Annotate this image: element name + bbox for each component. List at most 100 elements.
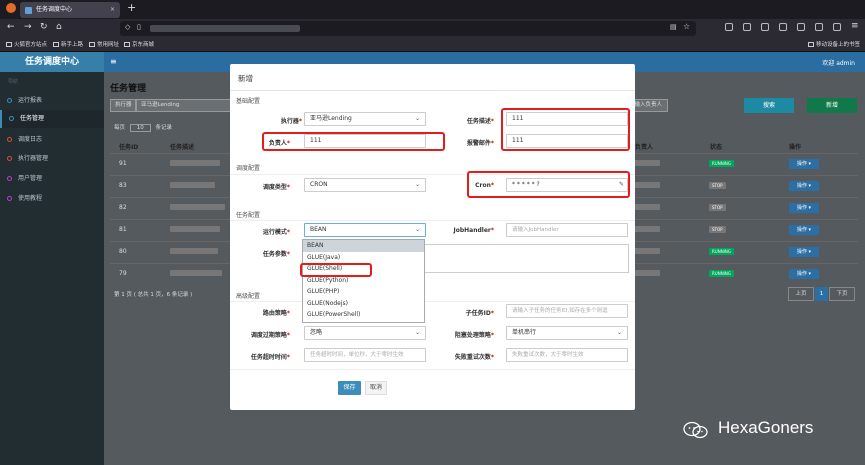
sidebar-item-executors[interactable]: 执行器管理 [0,150,104,168]
jobhandler-input[interactable]: 请输入JobHandler [506,223,628,237]
tab-close-icon[interactable]: × [110,2,115,18]
executor-filter-select[interactable]: 亚马逊Lending [136,99,231,112]
sidebar-item-report[interactable]: 运行报表 [0,92,104,110]
circle-icon [7,196,12,201]
timeout-input[interactable]: 任务超时时间，单位秒，大于零时生效 [304,348,426,362]
run-mode-select[interactable]: BEAN ⌄ [304,223,426,237]
bookmark-item[interactable]: 京东商城 [124,40,154,48]
dropdown-option[interactable]: GLUE(PowerShell) [303,309,424,321]
brand-logo: 任务调度中心 [0,52,104,72]
page-size-select[interactable]: 10 [129,124,151,132]
executor-select[interactable]: 亚马逊Lending ⌄ [304,112,426,126]
browser-tab[interactable]: 任务调度中心 × [20,2,120,18]
page-1-button[interactable]: 1 [815,287,828,301]
sidebar-header: 导航 [8,79,19,85]
row-op-button[interactable]: 操作 ▾ [789,181,819,191]
folder-icon [6,42,12,47]
screenshot-icon[interactable] [725,23,733,31]
firefox-menu-icon[interactable] [6,3,16,13]
sidebar-item-users[interactable]: 用户管理 [0,170,104,188]
page-info-icon: ▯ [137,23,141,31]
sidebar: 任务调度中心 导航 运行报表 任务管理 调度日志 执行器管理 用户管理 使用教程 [0,52,104,465]
divider [230,90,635,91]
mobile-bookmarks[interactable]: 移动设备上的书签 [808,40,860,48]
extension-icon-2[interactable] [797,23,805,31]
run-mode-dropdown: BEAN GLUE(Java) GLUE(Shell) GLUE(Python)… [302,239,425,323]
modal-title: 新增 [238,74,253,83]
new-tab-button[interactable]: + [127,1,136,14]
schedule-type-select[interactable]: CRON ⌄ [304,178,426,192]
search-button[interactable]: 搜索 [744,98,794,113]
row-op-button[interactable]: 操作 ▾ [789,269,819,279]
folder-icon [53,42,59,47]
hamburger-icon[interactable]: ≡ [110,57,117,66]
prev-page-button[interactable]: 上页 [788,287,814,301]
home-icon[interactable]: ⌂ [56,22,62,32]
dropdown-option[interactable]: GLUE(Nodejs) [303,298,424,310]
back-icon[interactable]: ← [7,22,15,32]
row-op-button[interactable]: 操作 ▾ [789,159,819,169]
misfire-select[interactable]: 忽略 ⌄ [304,326,426,340]
save-button[interactable]: 保存 [338,381,361,395]
browser-nav-bar: ← → ↻ ⌂ ◇ ▯ ▤ ☆ ≡ [0,19,865,38]
watermark-text: HexaGoners [718,418,814,437]
chevron-down-icon: ⌄ [414,329,420,336]
page-title: 任务管理 [110,84,147,94]
bookmark-item[interactable]: 火狐官方站点 [6,40,47,48]
highlight-box-owner [262,132,445,151]
dropdown-option[interactable]: GLUE(PHP) [303,286,424,298]
blurred-cell [170,226,220,232]
retry-input[interactable]: 失败重试次数，大于零时生效 [506,348,628,362]
extension-icon[interactable] [779,23,787,31]
sidebar-item-logs[interactable]: 调度日志 [0,131,104,149]
highlight-box-desc-email [501,108,630,151]
divider [230,220,635,221]
tab-title: 任务调度中心 [36,6,73,13]
status-badge: STOP [709,226,726,233]
row-op-button[interactable]: 操作 ▾ [789,247,819,257]
blurred-cell [170,248,218,254]
th-ops: 操作 [789,144,802,151]
page-size-control: 每页 10 条记录 [114,124,173,132]
row-op-button[interactable]: 操作 ▾ [789,225,819,235]
wechat-icon [683,421,708,439]
bookmark-star-icon[interactable]: ☆ [683,22,690,31]
bookmark-item[interactable]: 新手上路 [53,40,83,48]
sidebar-item-jobs[interactable]: 任务管理 [0,110,104,128]
child-id-input[interactable]: 请输入子任务的任务ID,如存在多个则逗 [506,304,628,318]
circle-icon [7,176,12,181]
row-op-button[interactable]: 操作 ▾ [789,203,819,213]
executor-filter-label: 执行器 [110,99,136,112]
bookmark-item[interactable]: 常用网址 [89,40,119,48]
forward-icon[interactable]: → [24,22,32,32]
sidebar-item-help[interactable]: 使用教程 [0,190,104,208]
account-icon[interactable] [833,23,841,31]
cancel-button[interactable]: 取消 [365,381,387,395]
blurred-cell [170,270,222,276]
chevron-down-icon: ⌄ [414,181,420,188]
dropdown-option[interactable]: GLUE(Java) [303,252,424,264]
blurred-cell [170,160,220,166]
status-badge: RUNNING [709,270,734,277]
next-page-button[interactable]: 下页 [829,287,855,301]
user-menu[interactable]: 欢迎 admin [822,58,855,67]
menu-icon[interactable]: ≡ [851,21,859,31]
reader-icon[interactable]: ▤ [670,23,677,31]
jobhandler-label: JobHandler* [453,227,494,234]
status-badge: RUNNING [709,160,734,167]
route-label: 路由策略* [262,310,290,317]
browser-tab-bar: 任务调度中心 × + [0,0,865,19]
url-bar[interactable]: ◇ ▯ ▤ ☆ [120,21,696,36]
add-job-modal: 新增 基础配置 执行器* 亚马逊Lending ⌄ 任务描述* 111 负责人* … [230,64,635,410]
redo-icon[interactable] [761,23,769,31]
folder-icon [808,42,814,47]
sync-icon[interactable] [815,23,823,31]
add-button[interactable]: 新增 [807,98,857,113]
th-status: 状态 [710,144,723,151]
circle-icon [7,137,12,142]
dropdown-option[interactable]: BEAN [303,240,424,252]
section-advanced: 高级配置 [236,293,261,300]
reload-icon[interactable]: ↻ [40,22,48,32]
undo-icon[interactable] [743,23,751,31]
block-select[interactable]: 单机串行 ⌄ [506,326,628,340]
